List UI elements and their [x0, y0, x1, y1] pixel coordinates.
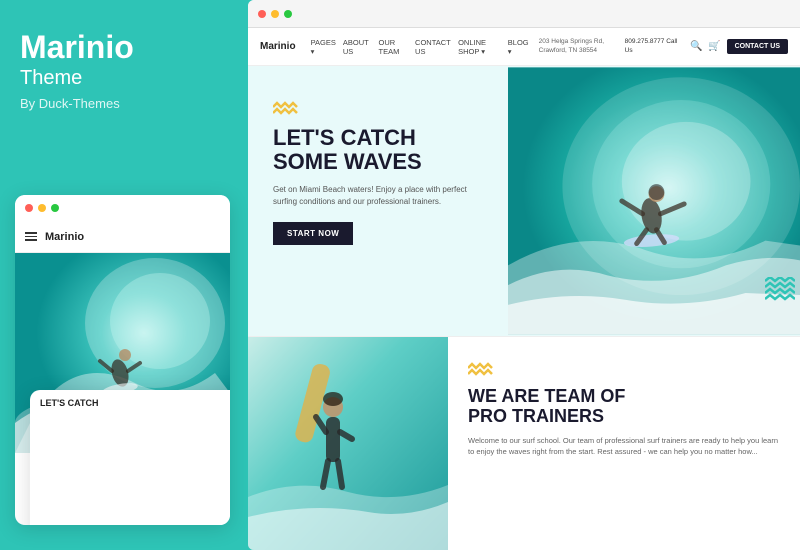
second-section-content: WE ARE TEAM OF PRO TRAINERS Welcome to o… — [448, 337, 800, 550]
desktop-brand: Marinio — [260, 41, 296, 52]
nav-contact[interactable]: CONTACT US — [415, 38, 451, 56]
second-title: WE ARE TEAM OF PRO TRAINERS — [468, 387, 780, 427]
mobile-brand: Marinio — [45, 231, 84, 243]
hero-content: LET'S CATCH SOME WAVES Get on Miami Beac… — [248, 66, 508, 336]
mobile-preview-card: Marinio — [15, 195, 230, 525]
nav-phone: 809.275.8777 Call Us — [625, 38, 685, 55]
desktop-dot-green — [284, 10, 292, 18]
mobile-titlebar — [15, 195, 230, 221]
hero-subtitle: Get on Miami Beach waters! Enjoy a place… — [273, 184, 483, 208]
contact-nav-button[interactable]: CONTACT US — [727, 39, 788, 54]
mobile-footer-text: LET'S CATCH — [30, 390, 230, 525]
second-section-image — [248, 337, 448, 550]
search-icon[interactable]: 🔍 — [691, 41, 703, 53]
right-panel: Marinio PAGES ▾ ABOUT US OUR TEAM CONTAC… — [248, 0, 800, 550]
dot-red — [25, 204, 33, 212]
mobile-nav: Marinio — [15, 221, 230, 253]
hero-cta-button[interactable]: START NOW — [273, 222, 353, 245]
nav-blog[interactable]: BLOG ▾ — [508, 38, 529, 56]
hamburger-icon[interactable] — [25, 232, 37, 241]
dot-yellow — [38, 204, 46, 212]
nav-pages[interactable]: PAGES ▾ — [311, 38, 336, 56]
hero-title: LET'S CATCH SOME WAVES — [273, 126, 483, 174]
nav-address: 203 Helga Springs Rd, Crawford, TN 38554 — [539, 38, 619, 55]
nav-items: PAGES ▾ ABOUT US OUR TEAM CONTACT US ONL… — [311, 38, 529, 56]
desktop-titlebar — [248, 0, 800, 28]
nav-shop[interactable]: ONLINE SHOP ▾ — [458, 38, 501, 56]
left-panel: Marinio Theme By Duck-Themes Marinio — [0, 0, 245, 550]
app-subtitle: Theme — [20, 67, 225, 90]
desktop-nav: Marinio PAGES ▾ ABOUT US OUR TEAM CONTAC… — [248, 28, 800, 66]
desktop-second-section: WE ARE TEAM OF PRO TRAINERS Welcome to o… — [248, 336, 800, 550]
desktop-dot-red — [258, 10, 266, 18]
hero-wave-decoration — [273, 101, 483, 118]
dot-green — [51, 204, 59, 212]
desktop-dot-yellow — [271, 10, 279, 18]
cart-icon[interactable]: 🛒 — [709, 41, 721, 53]
desktop-wave-decoration — [765, 277, 795, 306]
nav-about[interactable]: ABOUT US — [343, 38, 372, 56]
desktop-hero: LET'S CATCH SOME WAVES Get on Miami Beac… — [248, 66, 800, 336]
second-wave-decoration — [468, 362, 780, 379]
nav-team[interactable]: OUR TEAM — [378, 38, 408, 56]
second-text: Welcome to our surf school. Our team of … — [468, 435, 780, 458]
app-name: Marinio — [20, 30, 225, 65]
hero-image — [508, 66, 800, 336]
author-label: By Duck-Themes — [20, 96, 225, 111]
nav-right: 203 Helga Springs Rd, Crawford, TN 38554… — [539, 38, 788, 55]
